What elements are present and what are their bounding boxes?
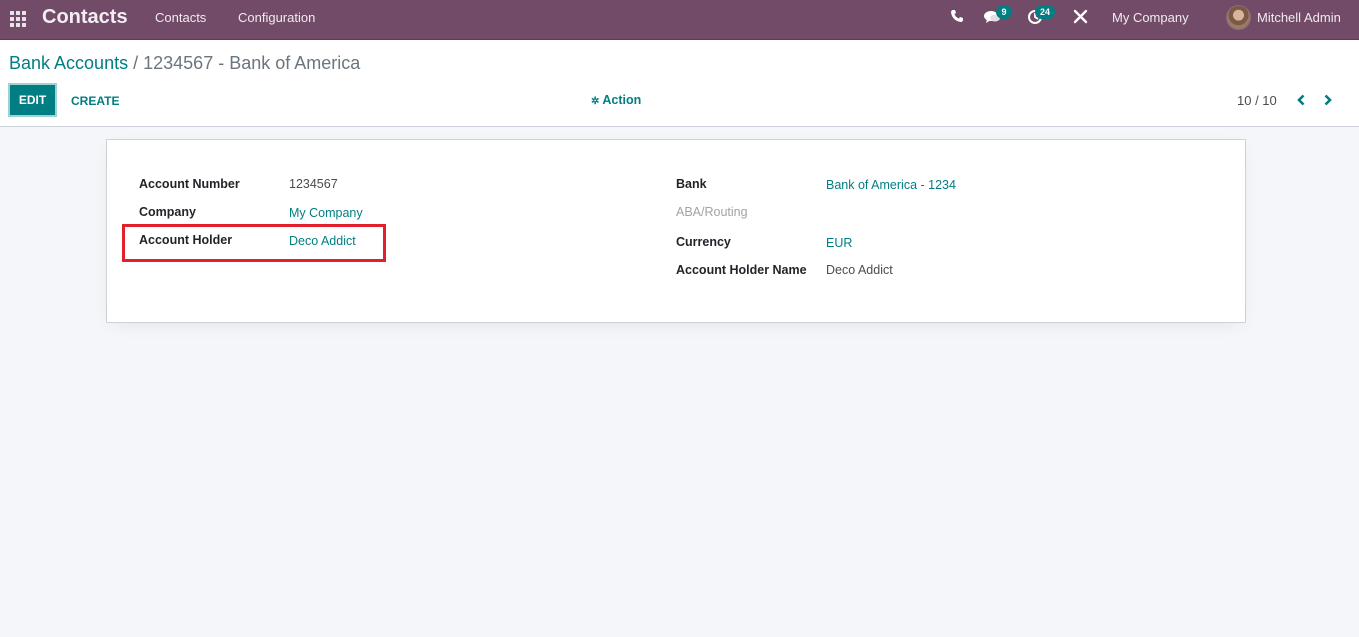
pager-previous-button[interactable] xyxy=(1293,90,1309,110)
value-bank[interactable]: Bank of America - 1234 xyxy=(826,178,956,192)
label-account-number: Account Number xyxy=(139,177,240,191)
breadcrumb: Bank Accounts / 1234567 - Bank of Americ… xyxy=(9,53,360,74)
value-account-holder-name: Deco Addict xyxy=(826,263,893,277)
value-company[interactable]: My Company xyxy=(289,206,363,220)
breadcrumb-separator: / xyxy=(133,53,139,73)
user-menu[interactable]: Mitchell Admin xyxy=(1257,10,1341,25)
label-bank: Bank xyxy=(676,177,707,191)
user-avatar[interactable] xyxy=(1226,5,1251,30)
apps-menu-icon[interactable] xyxy=(10,11,26,27)
app-title[interactable]: Contacts xyxy=(42,6,128,29)
value-currency[interactable]: EUR xyxy=(826,236,852,250)
messages-count-badge: 9 xyxy=(996,5,1012,19)
menu-contacts[interactable]: Contacts xyxy=(155,10,206,25)
control-panel: Bank Accounts / 1234567 - Bank of Americ… xyxy=(0,40,1359,127)
breadcrumb-bank-accounts[interactable]: Bank Accounts xyxy=(9,53,128,73)
menu-configuration[interactable]: Configuration xyxy=(238,10,315,25)
label-account-holder-name: Account Holder Name xyxy=(676,263,807,277)
label-aba-routing: ABA/Routing xyxy=(676,205,748,219)
company-switcher[interactable]: My Company xyxy=(1112,10,1189,25)
tools-icon[interactable] xyxy=(1073,9,1088,27)
top-navbar: Contacts Contacts Configuration 9 24 My … xyxy=(0,0,1359,40)
edit-button[interactable]: EDIT xyxy=(8,83,57,117)
breadcrumb-current: 1234567 - Bank of America xyxy=(143,53,361,73)
action-label: Action xyxy=(602,93,642,107)
label-currency: Currency xyxy=(676,235,731,249)
gear-icon: ✲ xyxy=(591,96,600,107)
action-dropdown[interactable]: ✲ Action xyxy=(591,93,641,107)
value-account-number: 1234567 xyxy=(289,177,338,191)
label-company: Company xyxy=(139,205,196,219)
pager-value[interactable]: 10 / 10 xyxy=(1237,93,1277,108)
chevron-right-icon xyxy=(1324,94,1332,106)
phone-icon[interactable] xyxy=(950,9,964,26)
activities-count-badge: 24 xyxy=(1035,5,1055,19)
create-button[interactable]: CREATE xyxy=(71,94,119,108)
pager-next-button[interactable] xyxy=(1320,90,1336,110)
highlight-annotation-box xyxy=(122,224,386,262)
chevron-left-icon xyxy=(1297,94,1305,106)
